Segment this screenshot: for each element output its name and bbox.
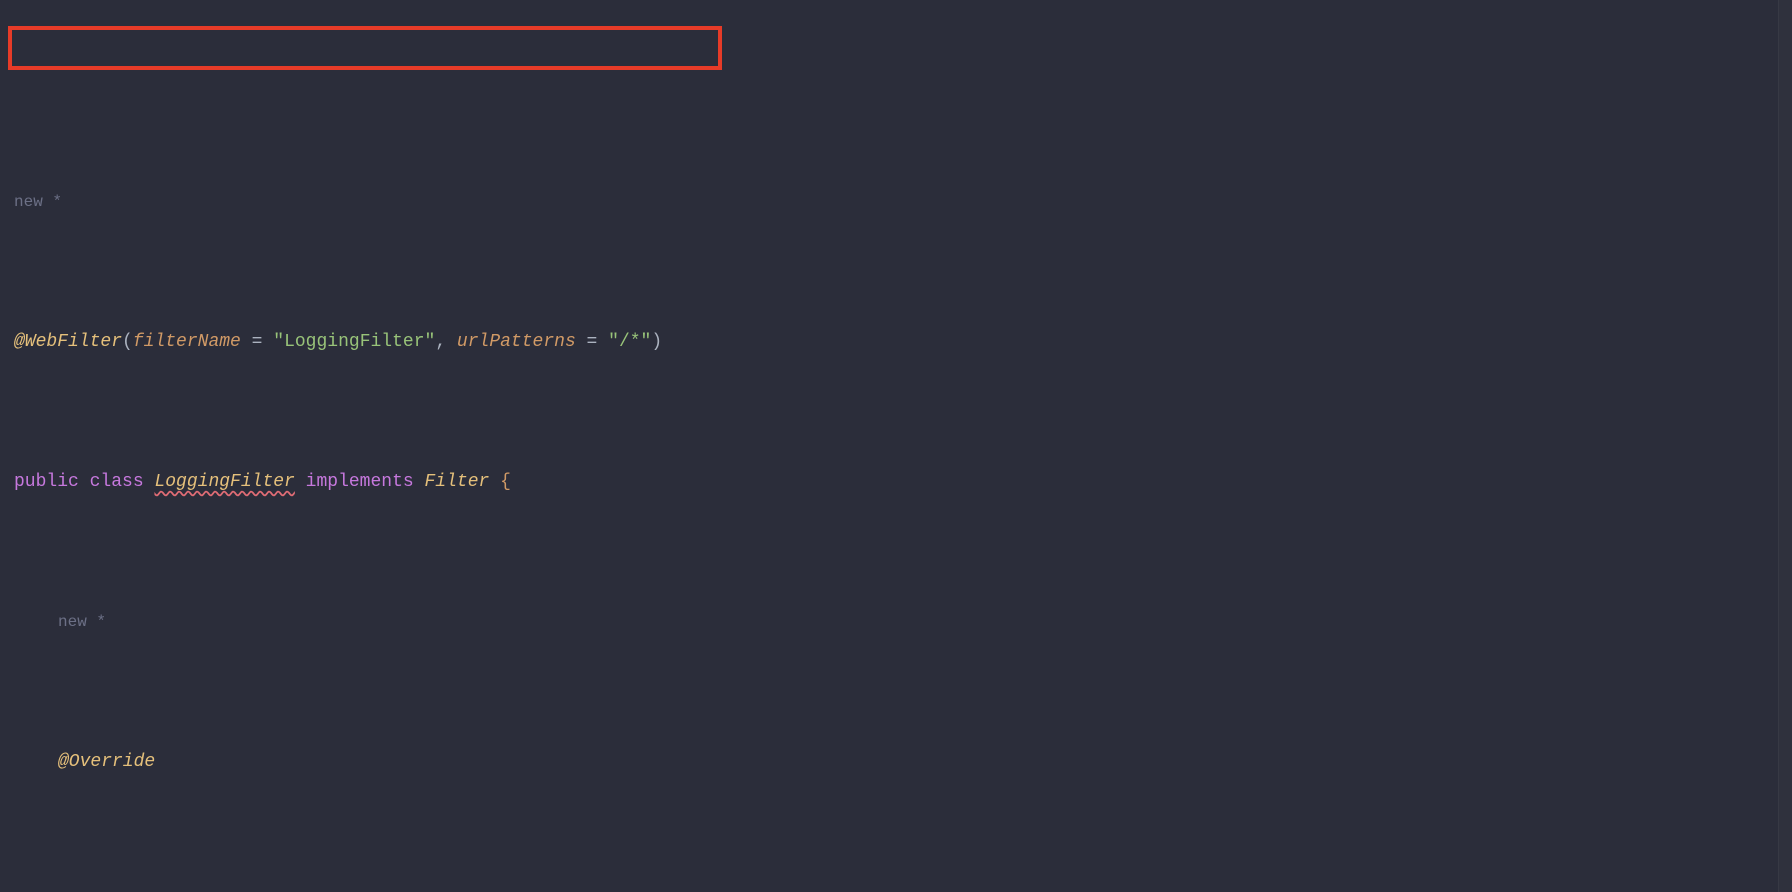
code-line[interactable]: @Override bbox=[14, 745, 1792, 780]
code-line[interactable]: @WebFilter(filterName = "LoggingFilter",… bbox=[14, 325, 1792, 360]
scrollbar[interactable] bbox=[1778, 0, 1792, 892]
class-name: LoggingFilter bbox=[154, 472, 294, 492]
annotation: @WebFilter bbox=[14, 332, 122, 352]
vcs-hint: new * bbox=[14, 193, 62, 211]
code-line[interactable]: public class LoggingFilter implements Fi… bbox=[14, 465, 1792, 500]
code-line[interactable]: public void init(FilterConfig filterConf… bbox=[14, 885, 1792, 892]
vcs-hint: new * bbox=[58, 613, 106, 631]
code-editor[interactable]: new * @WebFilter(filterName = "LoggingFi… bbox=[0, 0, 1792, 892]
annotation-override: @Override bbox=[58, 752, 155, 772]
highlight-box bbox=[8, 26, 722, 70]
